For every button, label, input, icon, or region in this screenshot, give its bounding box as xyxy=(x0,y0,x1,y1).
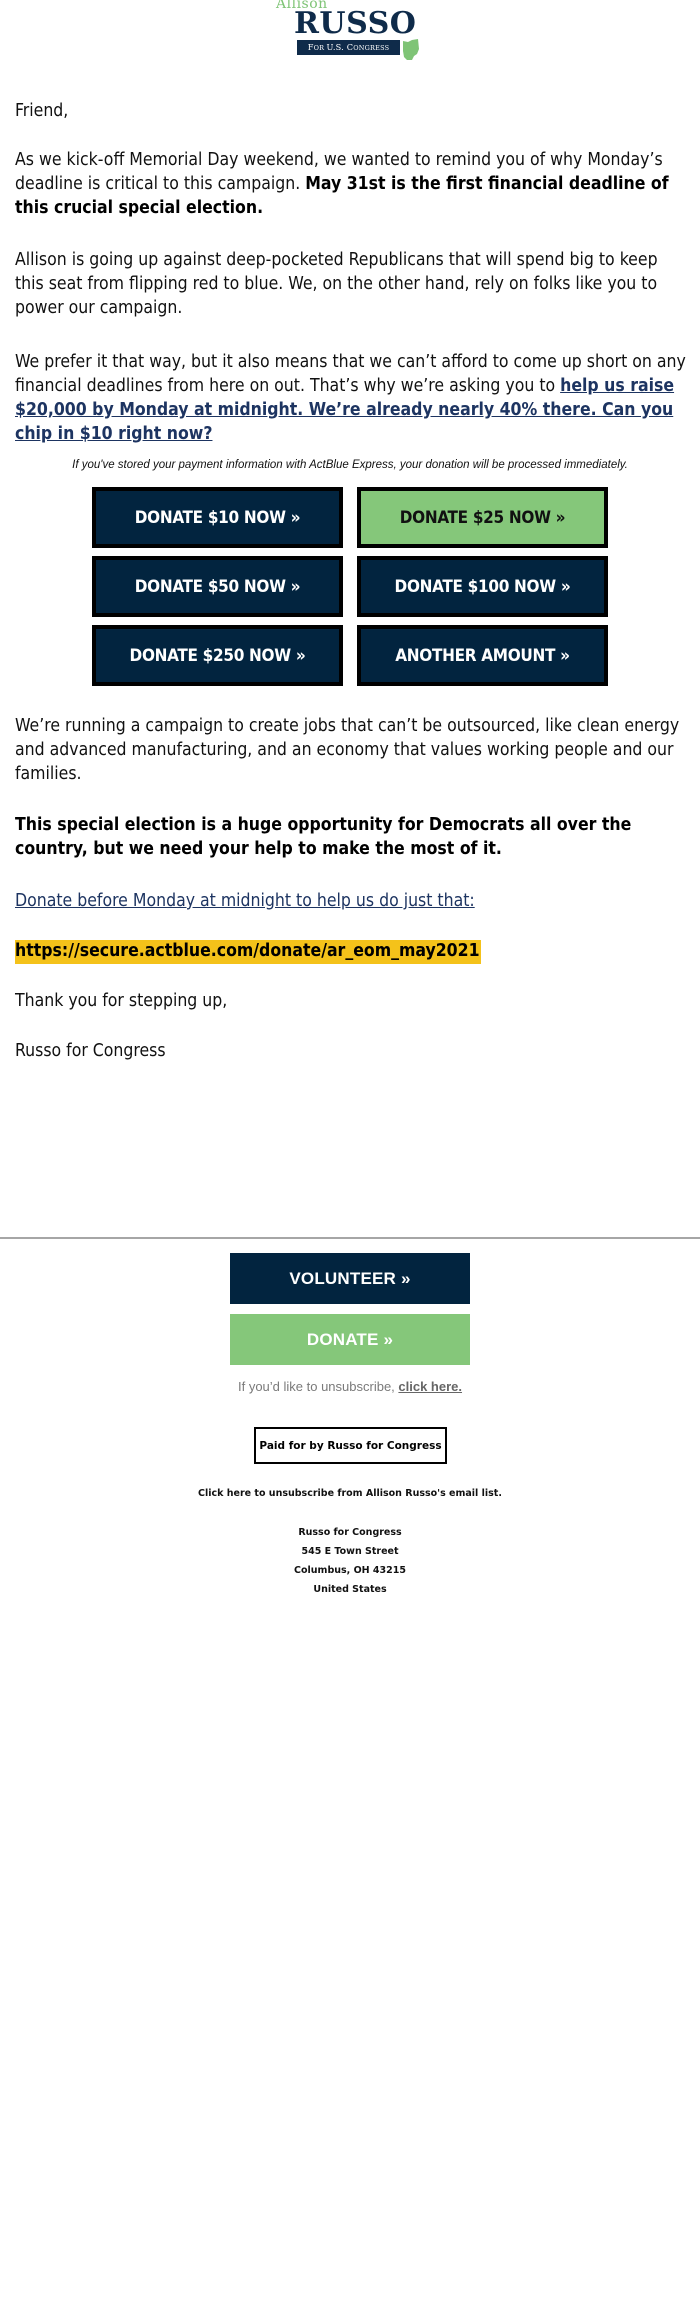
address-country: United States xyxy=(313,1584,387,1595)
campaign-logo: Allison RUSSO FOR U.S. CONGRESS xyxy=(274,0,434,64)
paragraph-intro: As we kick-off Memorial Day weekend, we … xyxy=(15,148,690,220)
logo-tagline: FOR U.S. CONGRESS xyxy=(297,40,400,55)
greeting: Friend, xyxy=(15,101,69,121)
special-election-bold-text: This special election is a huge opportun… xyxy=(15,815,632,859)
another-amount-button[interactable]: ANOTHER AMOUNT » xyxy=(357,625,608,686)
ohio-state-icon xyxy=(403,39,419,60)
unsubscribe-text: If you’d like to unsubscribe, xyxy=(237,1379,399,1394)
paragraph-donate-cta: Donate before Monday at midnight to help… xyxy=(15,889,690,913)
volunteer-button[interactable]: VOLUNTEER » xyxy=(230,1253,470,1304)
paragraph-special-election: This special election is a huge opportun… xyxy=(15,813,690,861)
donate-before-monday-link[interactable]: Donate before Monday at midnight to help… xyxy=(15,891,475,911)
paragraph-url: https://secure.actblue.com/donate/ar_eom… xyxy=(15,939,690,964)
donate-100-button[interactable]: DONATE $100 NOW » xyxy=(357,556,608,617)
address-name: Russo for Congress xyxy=(298,1527,402,1538)
address-street: 545 E Town Street xyxy=(301,1546,399,1557)
logo-tagline-part: ONGRESS xyxy=(353,44,390,52)
signoff: Thank you for stepping up, xyxy=(15,991,228,1011)
footer-donate-button[interactable]: DONATE » xyxy=(230,1314,470,1365)
paragraph-opponents: Allison is going up against deep-pockete… xyxy=(15,250,658,318)
donate-25-button[interactable]: DONATE $25 NOW » xyxy=(357,487,608,548)
donate-url-link[interactable]: https://secure.actblue.com/donate/ar_eom… xyxy=(15,940,481,964)
address-city: Columbus, OH 43215 xyxy=(294,1565,406,1576)
paragraph-ask: We prefer it that way, but it also means… xyxy=(15,350,690,446)
signature: Russo for Congress xyxy=(15,1041,166,1061)
paid-for-disclaimer: Paid for by Russo for Congress xyxy=(254,1427,447,1464)
donate-10-button[interactable]: DONATE $10 NOW » xyxy=(92,487,343,548)
donate-50-button[interactable]: DONATE $50 NOW » xyxy=(92,556,343,617)
logo-tagline-part: U.S. C xyxy=(326,42,354,52)
donate-250-button[interactable]: DONATE $250 NOW » xyxy=(92,625,343,686)
footer-divider xyxy=(0,1237,700,1239)
logo-tagline-part: OR xyxy=(313,44,327,52)
actblue-express-note: If you've stored your payment informatio… xyxy=(72,459,628,471)
unsubscribe-line: If you’d like to unsubscribe, click here… xyxy=(0,1379,700,1394)
unsubscribe-click-here-link[interactable]: click here. xyxy=(398,1379,462,1394)
paragraph-jobs: We’re running a campaign to create jobs … xyxy=(15,716,680,784)
unsubscribe-list-link[interactable]: Click here to unsubscribe from Allison R… xyxy=(0,1488,700,1499)
logo-last-name: RUSSO xyxy=(294,6,417,41)
